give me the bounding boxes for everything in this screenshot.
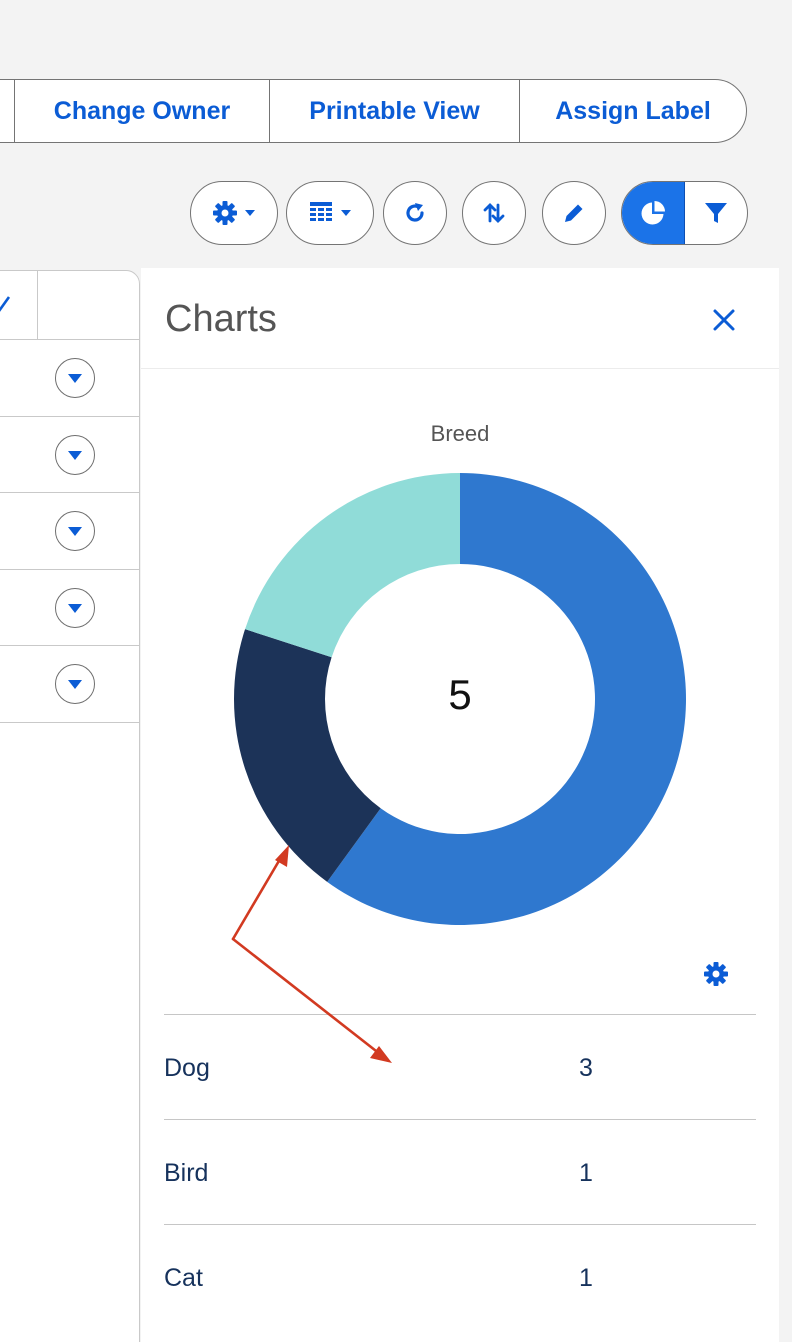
table-row xyxy=(0,570,139,646)
row-actions-button[interactable] xyxy=(55,358,95,398)
table-row xyxy=(0,493,139,570)
chevron-down-icon xyxy=(68,527,82,536)
table-row: Cat 1 xyxy=(164,1225,756,1330)
row-actions-button[interactable] xyxy=(55,511,95,551)
table-columns-icon xyxy=(310,202,351,221)
chart-settings-icon[interactable] xyxy=(702,960,730,988)
chart-filter-toggle-group xyxy=(621,181,748,245)
close-icon[interactable] xyxy=(709,305,739,335)
chevron-down-icon xyxy=(68,680,82,689)
refresh-icon xyxy=(406,203,424,222)
check-icon xyxy=(0,296,11,312)
chart-center-total: 5 xyxy=(448,671,472,718)
printable-view-button[interactable]: Printable View xyxy=(270,80,520,142)
row-value: 1 xyxy=(579,1264,593,1292)
row-label: Dog xyxy=(164,1054,210,1082)
table-row xyxy=(0,646,139,723)
display-as-table-button[interactable] xyxy=(286,181,374,245)
sort-icon xyxy=(483,203,505,223)
row-value: 3 xyxy=(579,1054,593,1082)
donut-slice-cat[interactable] xyxy=(245,473,460,658)
change-owner-button[interactable]: Change Owner xyxy=(15,80,270,142)
row-value: 1 xyxy=(579,1159,593,1187)
sort-button[interactable] xyxy=(462,181,526,245)
row-actions-button[interactable] xyxy=(55,434,95,475)
assign-label-button[interactable]: Assign Label xyxy=(520,80,746,142)
row-actions-button[interactable] xyxy=(55,664,95,704)
chart-data-table: Dog 3 Bird 1 Cat 1 xyxy=(164,1014,756,1330)
filter-toggle-button[interactable] xyxy=(685,182,748,244)
inline-edit-button[interactable] xyxy=(542,181,606,245)
action-button-group: Change Owner Printable View Assign Label xyxy=(0,79,747,143)
column-divider xyxy=(37,271,38,339)
chevron-down-icon xyxy=(68,374,82,383)
charts-panel-title: Charts xyxy=(165,298,277,340)
pencil-icon xyxy=(565,204,583,222)
refresh-button[interactable] xyxy=(383,181,447,245)
pie-chart-icon xyxy=(641,201,665,225)
row-actions-button[interactable] xyxy=(55,587,95,628)
table-header xyxy=(0,271,139,340)
chevron-down-icon xyxy=(68,450,82,460)
gear-icon xyxy=(213,201,255,225)
table-row xyxy=(0,417,139,493)
filter-icon xyxy=(704,203,727,223)
chevron-down-icon xyxy=(68,603,82,613)
table-row xyxy=(0,340,139,417)
charts-panel-header: Charts xyxy=(141,268,779,369)
charts-toggle-button[interactable] xyxy=(622,182,685,244)
row-label: Cat xyxy=(164,1264,203,1292)
row-label: Bird xyxy=(164,1159,209,1187)
donut-chart: Breed 5 xyxy=(141,369,779,989)
list-view-settings-button[interactable] xyxy=(190,181,278,245)
list-table xyxy=(0,270,140,1342)
table-row: Dog 3 xyxy=(164,1015,756,1120)
action-button-hidden[interactable] xyxy=(0,80,15,142)
charts-panel: Charts Breed 5 Dog 3 Bird 1 Cat 1 xyxy=(141,268,779,1342)
table-row: Bird 1 xyxy=(164,1120,756,1225)
